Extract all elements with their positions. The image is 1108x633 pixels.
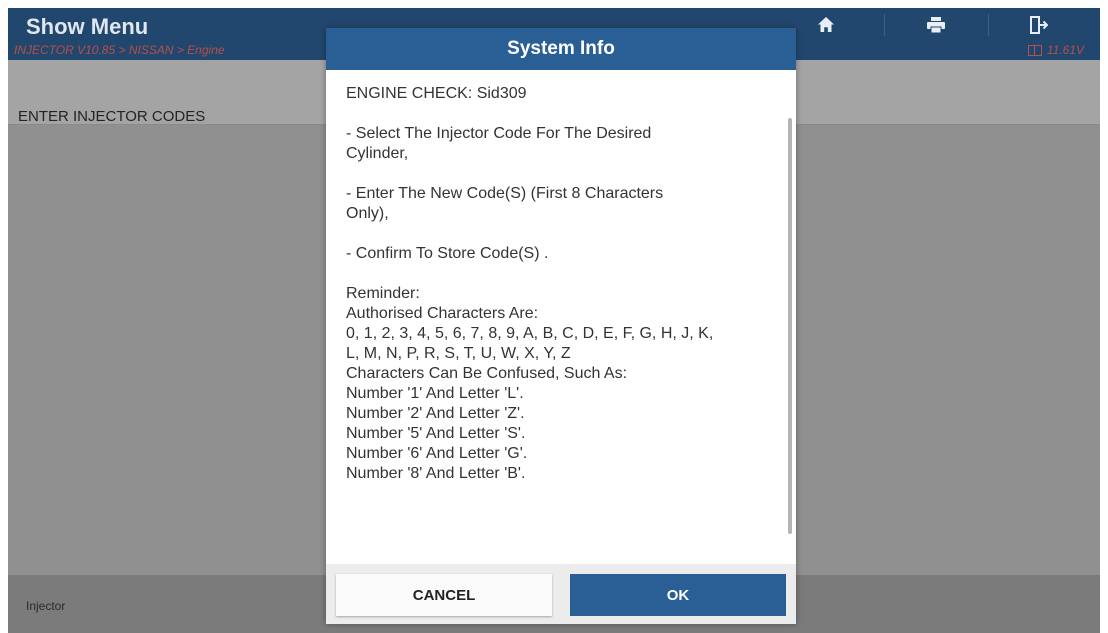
message-paragraph: - Confirm To Store Code(S) . <box>346 244 774 264</box>
message-paragraph: - Enter The New Code(S) (First 8 Charact… <box>346 184 774 224</box>
message-line: Only), <box>346 205 389 222</box>
message-line: - Enter The New Code(S) (First 8 Charact… <box>346 185 664 202</box>
message-line: - Confirm To Store Code(S) . <box>346 245 549 262</box>
cancel-button[interactable]: CANCEL <box>336 574 552 616</box>
breadcrumb: INJECTOR V10.85 > NISSAN > Engine <box>14 43 225 57</box>
function-title: ENTER INJECTOR CODES <box>18 108 206 125</box>
dialog-footer: CANCEL OK <box>326 564 796 624</box>
toolbar-divider <box>988 14 989 36</box>
message-line: Number '1' And Letter 'L'. <box>346 385 524 402</box>
app-frame: Show Menu INJECTOR V10.85 > NISSAN > Eng… <box>8 8 1100 633</box>
dialog-body[interactable]: ENGINE CHECK: Sid309 - Select The Injecto… <box>326 70 796 564</box>
home-button[interactable] <box>784 8 868 42</box>
ok-button[interactable]: OK <box>570 574 786 616</box>
show-menu-title[interactable]: Show Menu <box>26 14 148 40</box>
message-line: L, M, N, P, R, S, T, U, W, X, Y, Z <box>346 345 571 362</box>
message-line: Number '2' And Letter 'Z'. <box>346 405 525 422</box>
message-line: Number '6' And Letter 'G'. <box>346 445 528 462</box>
footer-label: Injector <box>26 599 66 613</box>
print-icon <box>927 17 945 34</box>
message-line: Cylinder, <box>346 145 409 162</box>
message-line: Number '8' And Letter 'B'. <box>346 465 526 482</box>
message-line: Number '5' And Letter 'S'. <box>346 425 526 442</box>
message-paragraph: - Select The Injector Code For The Desir… <box>346 124 774 164</box>
message-line: ENGINE CHECK: Sid309 <box>346 85 527 102</box>
message-line: Authorised Characters Are: <box>346 305 539 322</box>
message-paragraph: ENGINE CHECK: Sid309 <box>346 84 774 104</box>
message-line: 0, 1, 2, 3, 4, 5, 6, 7, 8, 9, A, B, C, D… <box>346 325 714 342</box>
home-icon <box>818 17 834 32</box>
exit-button[interactable] <box>996 8 1080 42</box>
battery-icon <box>1027 44 1042 56</box>
dialog-message: ENGINE CHECK: Sid309 - Select The Injecto… <box>326 70 796 484</box>
system-info-dialog: System Info ENGINE CHECK: Sid309 - Select… <box>326 28 796 624</box>
message-line: - Select The Injector Code For The Desir… <box>346 125 652 142</box>
dialog-scrollbar[interactable] <box>788 118 792 534</box>
battery-voltage: 11.61V <box>1027 43 1084 57</box>
print-button[interactable] <box>894 8 978 42</box>
dialog-title: System Info <box>326 28 796 70</box>
toolbar-divider <box>884 14 885 36</box>
message-paragraph: Reminder: Authorised Characters Are: 0, 1,… <box>346 284 774 484</box>
message-line: Characters Can Be Confused, Such As: <box>346 365 628 382</box>
voltage-value: 11.61V <box>1046 43 1084 57</box>
exit-icon <box>1030 16 1048 34</box>
message-line: Reminder: <box>346 285 420 302</box>
